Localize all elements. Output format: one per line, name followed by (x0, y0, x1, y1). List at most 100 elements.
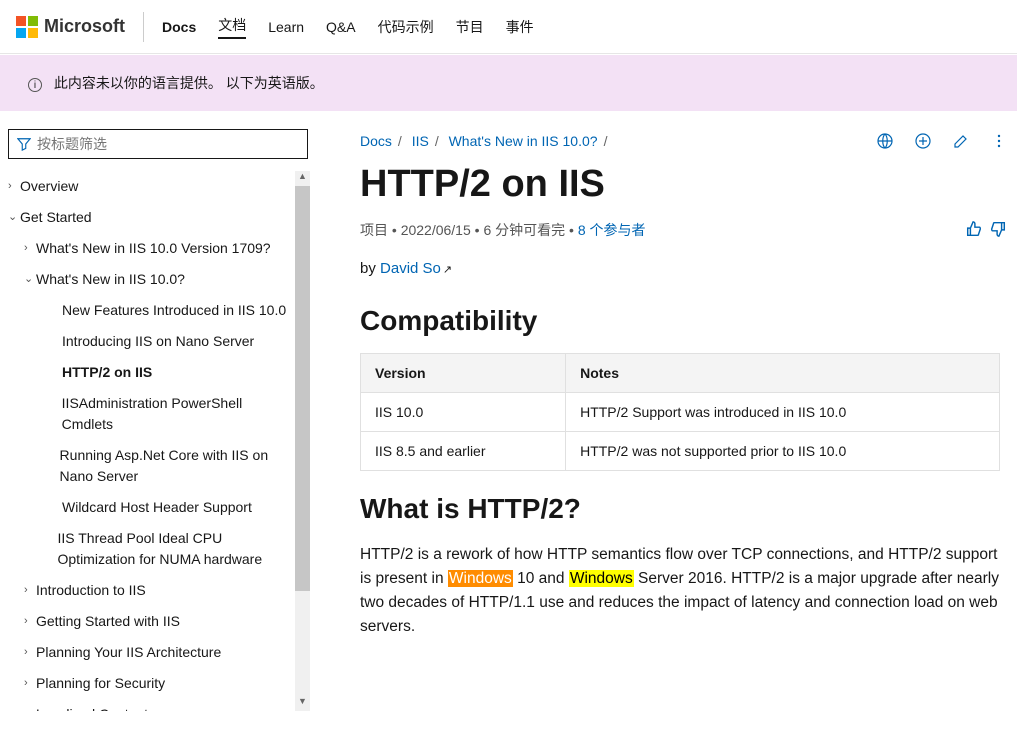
filter-box[interactable] (8, 129, 308, 159)
meta-readtime: 6 分钟可看完 (483, 222, 565, 238)
chevron-right-icon: › (8, 178, 20, 195)
meta-date: 2022/06/15 (401, 222, 471, 238)
tree-item-label: HTTP/2 on IIS (62, 362, 152, 383)
thumbs-down-icon[interactable] (989, 220, 1007, 238)
tree-item-label: Running Asp.Net Core with IIS on Nano Se… (60, 445, 291, 487)
info-icon: i (28, 78, 42, 92)
tree-item-3[interactable]: ⌄What's New in IIS 10.0? (8, 264, 295, 295)
nav-docs-product[interactable]: Docs (162, 19, 196, 35)
top-bar: Microsoft Docs 文档 Learn Q&A 代码示例 节目 事件 (0, 0, 1017, 54)
cell: HTTP/2 was not supported prior to IIS 10… (566, 432, 1000, 471)
scroll-down-icon[interactable]: ▼ (295, 696, 310, 711)
nav-tree: ›Overview⌄Get Started›What's New in IIS … (8, 171, 295, 711)
filter-icon (17, 137, 31, 151)
highlight-orange: Windows (448, 570, 513, 587)
banner-text: 此内容未以你的语言提供。 以下为英语版。 (54, 75, 324, 91)
nav-item-2[interactable]: Q&A (326, 19, 356, 35)
scrollbar-thumb[interactable] (295, 186, 310, 591)
chevron-right-icon: › (24, 644, 36, 661)
tree-item-10[interactable]: IIS Thread Pool Ideal CPU Optimization f… (8, 523, 295, 575)
th-version: Version (361, 354, 566, 393)
tree-item-label: Localized Content (36, 704, 148, 711)
chevron-down-icon: ⌄ (24, 271, 36, 288)
scrollbar[interactable]: ▲ ▼ (295, 171, 310, 711)
tree-item-label: What's New in IIS 10.0? (36, 269, 185, 290)
what-heading: What is HTTP/2? (360, 493, 1007, 525)
nav-item-1[interactable]: Learn (268, 19, 304, 35)
byline: by David So↗ (360, 260, 1007, 277)
tree-item-4[interactable]: New Features Introduced in IIS 10.0 (8, 295, 295, 326)
tree-item-label: IISAdministration PowerShell Cmdlets (62, 393, 291, 435)
language-banner: i 此内容未以你的语言提供。 以下为英语版。 (0, 55, 1017, 111)
tree-item-2[interactable]: ›What's New in IIS 10.0 Version 1709? (8, 233, 295, 264)
tree-item-6[interactable]: HTTP/2 on IIS (8, 357, 295, 388)
ms-logo-icon (16, 16, 38, 38)
nav-item-5[interactable]: 事件 (506, 17, 534, 37)
feedback-buttons (965, 220, 1007, 238)
tree-item-label: Overview (20, 176, 78, 197)
sidebar: ›Overview⌄Get Started›What's New in IIS … (0, 111, 318, 729)
page-title: HTTP/2 on IIS (360, 163, 1007, 206)
tree-item-15[interactable]: ›Localized Content (8, 699, 295, 711)
page-actions (877, 133, 1007, 149)
tree-item-0[interactable]: ›Overview (8, 171, 295, 202)
tree-item-label: Introduction to IIS (36, 580, 146, 601)
chevron-right-icon: › (24, 240, 36, 257)
tree-item-label: Get Started (20, 207, 92, 228)
nav-item-4[interactable]: 节目 (456, 17, 484, 37)
globe-icon[interactable] (877, 133, 893, 149)
brand-text: Microsoft (44, 16, 125, 37)
tree-item-label: Planning Your IIS Architecture (36, 642, 221, 663)
tree-item-label: IIS Thread Pool Ideal CPU Optimization f… (58, 528, 292, 570)
thumbs-up-icon[interactable] (965, 220, 983, 238)
tree-item-1[interactable]: ⌄Get Started (8, 202, 295, 233)
main-content: Docs/ IIS/ What's New in IIS 10.0?/ HTTP… (318, 111, 1017, 729)
tree-item-12[interactable]: ›Getting Started with IIS (8, 606, 295, 637)
cell: IIS 8.5 and earlier (361, 432, 566, 471)
tree-item-7[interactable]: IISAdministration PowerShell Cmdlets (8, 388, 295, 440)
compat-table: Version Notes IIS 10.0 HTTP/2 Support wa… (360, 353, 1000, 471)
top-nav: Docs 文档 Learn Q&A 代码示例 节目 事件 (162, 15, 534, 39)
meta-prefix: 项目 (360, 222, 388, 238)
tree-item-label: Getting Started with IIS (36, 611, 180, 632)
more-icon[interactable] (991, 133, 1007, 149)
what-paragraph: HTTP/2 is a rework of how HTTP semantics… (360, 543, 1000, 639)
add-icon[interactable] (915, 133, 931, 149)
tree-item-13[interactable]: ›Planning Your IIS Architecture (8, 637, 295, 668)
crumb-1[interactable]: IIS (412, 133, 429, 149)
divider (143, 12, 144, 42)
tree-item-5[interactable]: Introducing IIS on Nano Server (8, 326, 295, 357)
tree-item-14[interactable]: ›Planning for Security (8, 668, 295, 699)
external-link-icon: ↗ (443, 264, 452, 276)
nav-item-3[interactable]: 代码示例 (378, 17, 434, 37)
tree-item-label: Introducing IIS on Nano Server (62, 331, 254, 352)
crumb-2[interactable]: What's New in IIS 10.0? (449, 133, 598, 149)
table-row: IIS 10.0 HTTP/2 Support was introduced i… (361, 393, 1000, 432)
tree-item-label: Planning for Security (36, 673, 165, 694)
crumb-0[interactable]: Docs (360, 133, 392, 149)
filter-input[interactable] (37, 136, 299, 152)
tree-item-label: Wildcard Host Header Support (62, 497, 252, 518)
page-meta: 项目 • 2022/06/15 • 6 分钟可看完 • 8 个参与者 (360, 220, 1007, 240)
chevron-right-icon: › (24, 582, 36, 599)
nav-item-0[interactable]: 文档 (218, 15, 246, 39)
chevron-right-icon: › (24, 675, 36, 692)
author-link[interactable]: David So (380, 260, 441, 277)
edit-icon[interactable] (953, 133, 969, 149)
chevron-right-icon: › (24, 613, 36, 630)
tree-item-9[interactable]: Wildcard Host Header Support (8, 492, 295, 523)
tree-item-label: What's New in IIS 10.0 Version 1709? (36, 238, 271, 259)
microsoft-logo[interactable]: Microsoft (16, 16, 125, 38)
cell: HTTP/2 Support was introduced in IIS 10.… (566, 393, 1000, 432)
tree-item-label: New Features Introduced in IIS 10.0 (62, 300, 286, 321)
tree-item-11[interactable]: ›Introduction to IIS (8, 575, 295, 606)
cell: IIS 10.0 (361, 393, 566, 432)
chevron-down-icon: ⌄ (8, 209, 20, 226)
table-row: IIS 8.5 and earlier HTTP/2 was not suppo… (361, 432, 1000, 471)
scroll-up-icon[interactable]: ▲ (295, 171, 310, 186)
compat-heading: Compatibility (360, 305, 1007, 337)
contributors-link[interactable]: 8 个参与者 (578, 222, 646, 238)
tree-item-8[interactable]: Running Asp.Net Core with IIS on Nano Se… (8, 440, 295, 492)
by-label: by (360, 260, 380, 277)
highlight-yellow: Windows (569, 570, 634, 587)
